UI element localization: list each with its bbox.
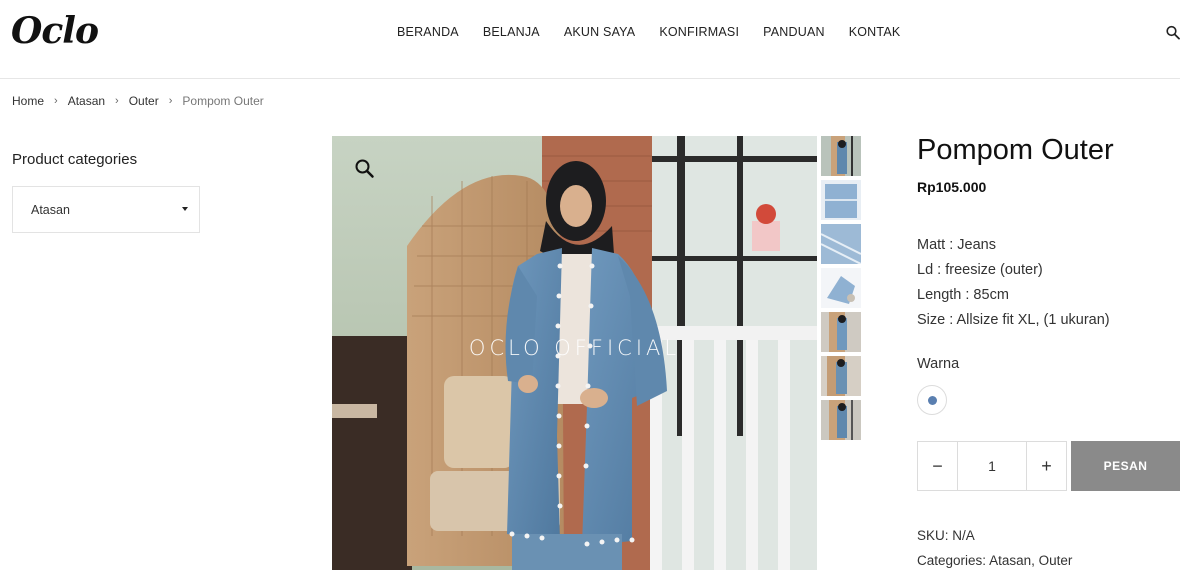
nav-item-belanja[interactable]: BELANJA	[471, 24, 552, 40]
quantity-decrease-button[interactable]: −	[918, 442, 958, 490]
category-select[interactable]: Atasan	[12, 186, 200, 233]
color-swatch-blue[interactable]	[917, 385, 947, 415]
sku-label: SKU:	[917, 528, 949, 543]
quantity-increase-button[interactable]: +	[1026, 442, 1066, 490]
breadcrumb-current: Pompom Outer	[182, 94, 264, 108]
nav-item-akun-saya[interactable]: AKUN SAYA	[552, 24, 648, 40]
nav-item-kontak[interactable]: KONTAK	[837, 24, 913, 40]
thumbnail-4[interactable]	[821, 268, 861, 308]
detail-size: Size : Allsize fit XL, (1 ukuran)	[917, 312, 1110, 328]
sku-row: SKU: N/A	[917, 523, 1072, 548]
chevron-right-icon: ›	[115, 95, 119, 107]
search-icon[interactable]	[1166, 25, 1180, 41]
category-link-outer[interactable]: Outer	[1039, 553, 1073, 568]
detail-material: Matt : Jeans	[917, 237, 996, 253]
thumbnail-list	[821, 136, 861, 444]
category-select-value: Atasan	[31, 203, 70, 217]
sku-value: N/A	[952, 528, 975, 543]
thumbnail-7[interactable]	[821, 400, 861, 440]
image-watermark: OCLO OFFICIAL	[468, 336, 681, 360]
category-separator: ,	[1031, 553, 1039, 568]
thumbnail-5[interactable]	[821, 312, 861, 352]
quantity-input[interactable]: 1	[958, 442, 1026, 490]
breadcrumb-home[interactable]: Home	[12, 94, 44, 108]
site-logo[interactable]: Oclo	[11, 10, 99, 52]
breadcrumb-atasan[interactable]: Atasan	[68, 94, 105, 108]
nav-item-beranda[interactable]: BERANDA	[385, 24, 471, 40]
category-link-atasan[interactable]: Atasan	[989, 553, 1031, 568]
thumbnail-1[interactable]	[821, 136, 861, 176]
chevron-down-icon	[182, 207, 188, 211]
thumbnail-2[interactable]	[821, 180, 861, 220]
detail-ld: Ld : freesize (outer)	[917, 262, 1043, 278]
categories-label: Categories:	[917, 553, 987, 568]
order-button[interactable]: PESAN	[1071, 441, 1180, 491]
sidebar-title: Product categories	[12, 151, 138, 168]
categories-row: Categories: Atasan, Outer	[917, 548, 1072, 570]
product-meta: SKU: N/A Categories: Atasan, Outer	[917, 523, 1072, 570]
chevron-right-icon: ›	[168, 95, 173, 107]
detail-length: Length : 85cm	[917, 287, 1009, 303]
quantity-stepper: − 1 +	[917, 441, 1067, 491]
nav-item-panduan[interactable]: PANDUAN	[751, 24, 837, 40]
breadcrumb: Home › Atasan › Outer › Pompom Outer	[12, 94, 264, 108]
nav-item-konfirmasi[interactable]: KONFIRMASI	[647, 24, 751, 40]
product-title: Pompom Outer	[917, 134, 1114, 166]
zoom-icon[interactable]	[354, 158, 376, 180]
thumbnail-6[interactable]	[821, 356, 861, 396]
site-header: Oclo BERANDA BELANJA AKUN SAYA KONFIRMAS…	[0, 0, 1180, 79]
color-swatch-dot	[928, 396, 937, 405]
product-description: Matt : Jeans Ld : freesize (outer) Lengt…	[917, 233, 1110, 333]
main-nav: BERANDA BELANJA AKUN SAYA KONFIRMASI PAN…	[385, 24, 912, 40]
color-label: Warna	[917, 356, 960, 372]
thumbnail-3[interactable]	[821, 224, 861, 264]
breadcrumb-outer[interactable]: Outer	[129, 94, 159, 108]
product-price: Rp105.000	[917, 179, 987, 195]
chevron-right-icon: ›	[54, 95, 58, 107]
